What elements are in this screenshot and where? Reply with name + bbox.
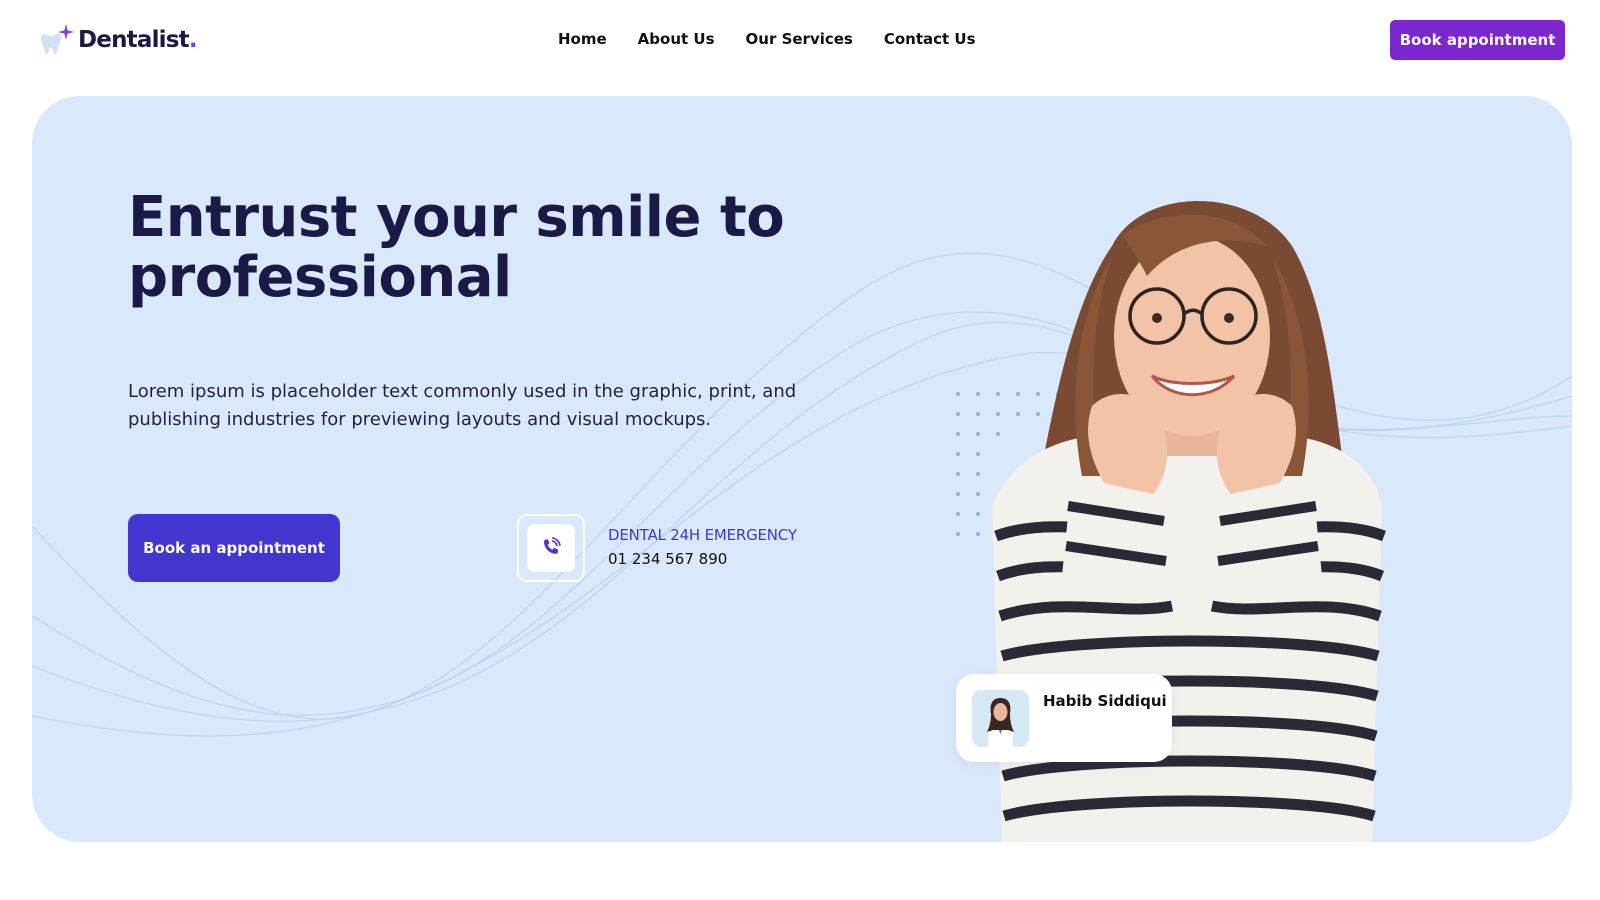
doctor-name: Habib Siddiqui (1043, 692, 1167, 710)
hero-title: Entrust your smile to professional (128, 188, 848, 308)
nav-about-us[interactable]: About Us (638, 30, 715, 48)
hero-title-line2: professional (128, 245, 512, 310)
emergency-phone[interactable]: 01 234 567 890 (608, 550, 727, 568)
site-header: Dentalist. Home About Us Our Services Co… (0, 0, 1600, 80)
nav-contact-us[interactable]: Contact Us (884, 30, 976, 48)
nav-home[interactable]: Home (558, 30, 607, 48)
nav-our-services[interactable]: Our Services (746, 30, 853, 48)
tooth-sparkle-icon (38, 22, 76, 58)
brand-dot: . (188, 27, 198, 53)
doctor-avatar (972, 690, 1029, 747)
hero-section: Entrust your smile to professional Lorem… (32, 96, 1572, 842)
emergency-call-button[interactable] (517, 514, 585, 582)
doctor-card[interactable]: Habib Siddiqui (956, 674, 1172, 762)
book-appointment-button[interactable]: Book appointment (1390, 20, 1565, 60)
emergency-title: DENTAL 24H EMERGENCY (608, 526, 797, 544)
brand-name: Dentalist (78, 27, 190, 53)
book-an-appointment-button[interactable]: Book an appointment (128, 514, 340, 582)
hero-description: Lorem ipsum is placeholder text commonly… (128, 381, 797, 430)
main-nav: Home About Us Our Services Contact Us (558, 30, 976, 48)
phone-ringing-icon (543, 537, 561, 554)
hero-title-line1: Entrust your smile to (128, 185, 785, 250)
brand-logo[interactable]: Dentalist. (38, 22, 198, 58)
